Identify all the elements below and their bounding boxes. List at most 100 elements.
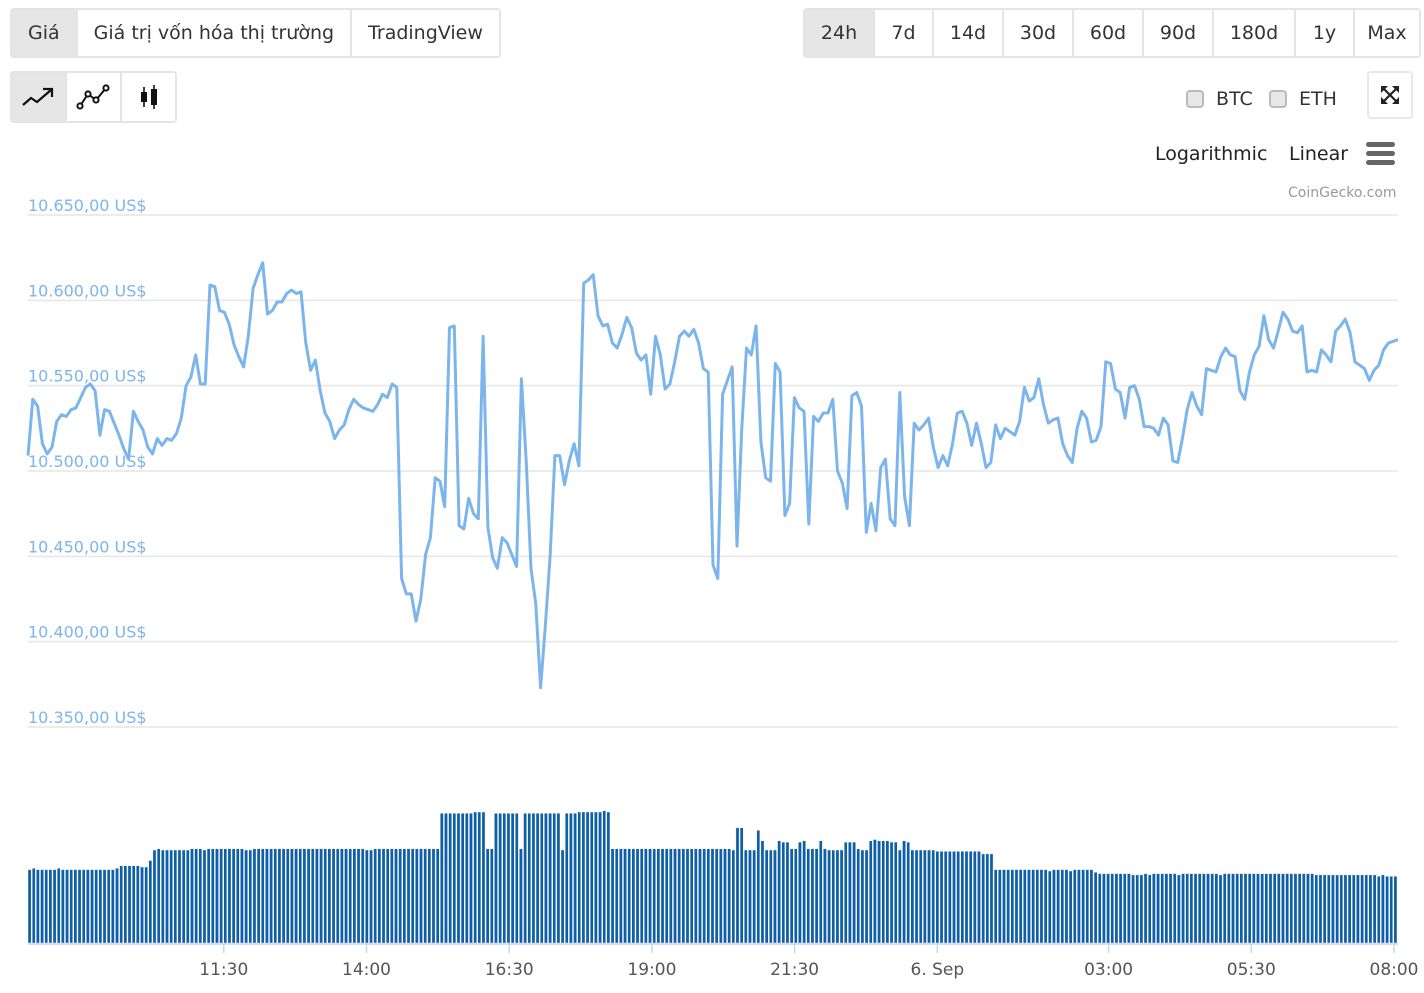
volume-bar	[52, 869, 57, 944]
volume-bar	[1385, 876, 1389, 944]
volume-bar	[1343, 874, 1348, 944]
volume-bar	[448, 813, 452, 944]
volume-bar	[1139, 874, 1144, 944]
volume-bar	[294, 848, 298, 944]
volume-bar	[365, 849, 369, 944]
volume-bar	[669, 848, 673, 944]
y-tick-label: 10.400,00 US$	[28, 623, 147, 642]
volume-bar	[673, 848, 677, 944]
y-tick-label: 10.550,00 US$	[28, 367, 147, 386]
volume-bar	[211, 848, 215, 944]
volume-bar	[1277, 873, 1281, 944]
volume-bar	[1027, 869, 1031, 944]
volume-bar	[973, 851, 977, 944]
volume-bar	[1335, 874, 1339, 944]
volume-bar	[798, 841, 802, 944]
volume-bar	[1256, 873, 1260, 944]
volume-bar	[290, 848, 294, 944]
volume-bar	[1156, 873, 1160, 944]
y-tick-label: 10.350,00 US$	[28, 708, 147, 727]
volume-bar	[914, 849, 919, 944]
volume-bar	[310, 848, 315, 944]
volume-bar	[444, 813, 448, 944]
volume-bar	[1131, 874, 1135, 944]
volume-bar	[1285, 873, 1289, 944]
volume-bar	[1260, 873, 1264, 944]
volume-bar	[1048, 870, 1052, 944]
volume-bar	[1089, 869, 1094, 944]
volume-bar	[1077, 869, 1081, 944]
volume-bar	[1052, 869, 1056, 944]
volume-bar	[556, 813, 561, 944]
volume-bar	[490, 848, 494, 944]
volume-bar	[898, 849, 902, 944]
volume-bar	[285, 848, 290, 944]
volume-bar	[248, 849, 253, 944]
volume-bar	[465, 813, 469, 944]
volume-bar	[1014, 869, 1019, 944]
volume-bar	[340, 848, 344, 944]
volume-bar	[1281, 873, 1285, 944]
volume-bar	[956, 851, 960, 944]
volume-bar	[889, 841, 894, 944]
volume-bar	[602, 810, 607, 944]
volume-bar	[681, 848, 686, 944]
volume-bar	[598, 811, 602, 944]
x-tick-label: 14:00	[342, 960, 391, 980]
volume-bar	[1368, 874, 1373, 944]
volume-bar	[1239, 873, 1244, 944]
volume-bar	[1393, 876, 1398, 944]
volume-bar	[165, 849, 169, 944]
volume-bar	[106, 869, 111, 944]
volume-bar	[81, 869, 86, 944]
volume-bar	[323, 848, 328, 944]
volume-bar	[510, 813, 515, 944]
volume-bar	[1023, 869, 1027, 944]
x-tick-label: 08:00	[1370, 960, 1419, 980]
volume-bar	[1381, 874, 1385, 944]
volume-bar	[385, 848, 390, 944]
volume-bar	[777, 840, 781, 944]
volume-bar	[1289, 873, 1294, 944]
volume-bar	[1102, 873, 1106, 944]
x-tick-label: 21:30	[770, 960, 819, 980]
volume-bar	[1310, 873, 1314, 944]
volume-bar	[406, 848, 411, 944]
volume-bar	[531, 813, 536, 944]
volume-bar	[1060, 869, 1065, 944]
volume-bar	[623, 848, 627, 944]
volume-bar	[902, 840, 906, 944]
volume-bar	[119, 865, 123, 944]
volume-bar	[223, 848, 228, 944]
volume-bar	[36, 869, 40, 944]
volume-bar	[327, 848, 332, 944]
volume-bar	[764, 849, 769, 944]
volume-bar	[1227, 873, 1231, 944]
volume-bar	[1177, 874, 1181, 944]
volume-bar	[735, 827, 740, 944]
volume-bar	[581, 811, 586, 944]
volume-bar	[1293, 873, 1298, 944]
volume-bar	[31, 868, 36, 944]
volume-bar	[1106, 873, 1110, 944]
volume-bar	[1181, 873, 1185, 944]
volume-bar	[785, 841, 790, 944]
volume-bar	[1135, 874, 1140, 944]
volume-bar	[1264, 873, 1269, 944]
volume-bar	[256, 848, 261, 944]
volume-bar	[1235, 873, 1239, 944]
volume-bar	[1085, 869, 1090, 944]
volume-bar	[1318, 874, 1323, 944]
y-tick-label: 10.450,00 US$	[28, 537, 147, 556]
volume-bar	[1372, 874, 1377, 944]
volume-bar	[1118, 873, 1123, 944]
volume-bar	[86, 869, 90, 944]
price-chart: 10.650,00 US$ 10.600,00 US$ 10.550,00 US$ 1…	[26, 196, 1419, 980]
volume-bar	[298, 848, 303, 944]
volume-bar	[885, 840, 890, 944]
volume-bar	[61, 869, 65, 944]
volume-bar	[152, 849, 157, 944]
volume-bar	[827, 849, 831, 944]
volume-bar	[1202, 873, 1206, 944]
volume-bar	[1351, 874, 1356, 944]
